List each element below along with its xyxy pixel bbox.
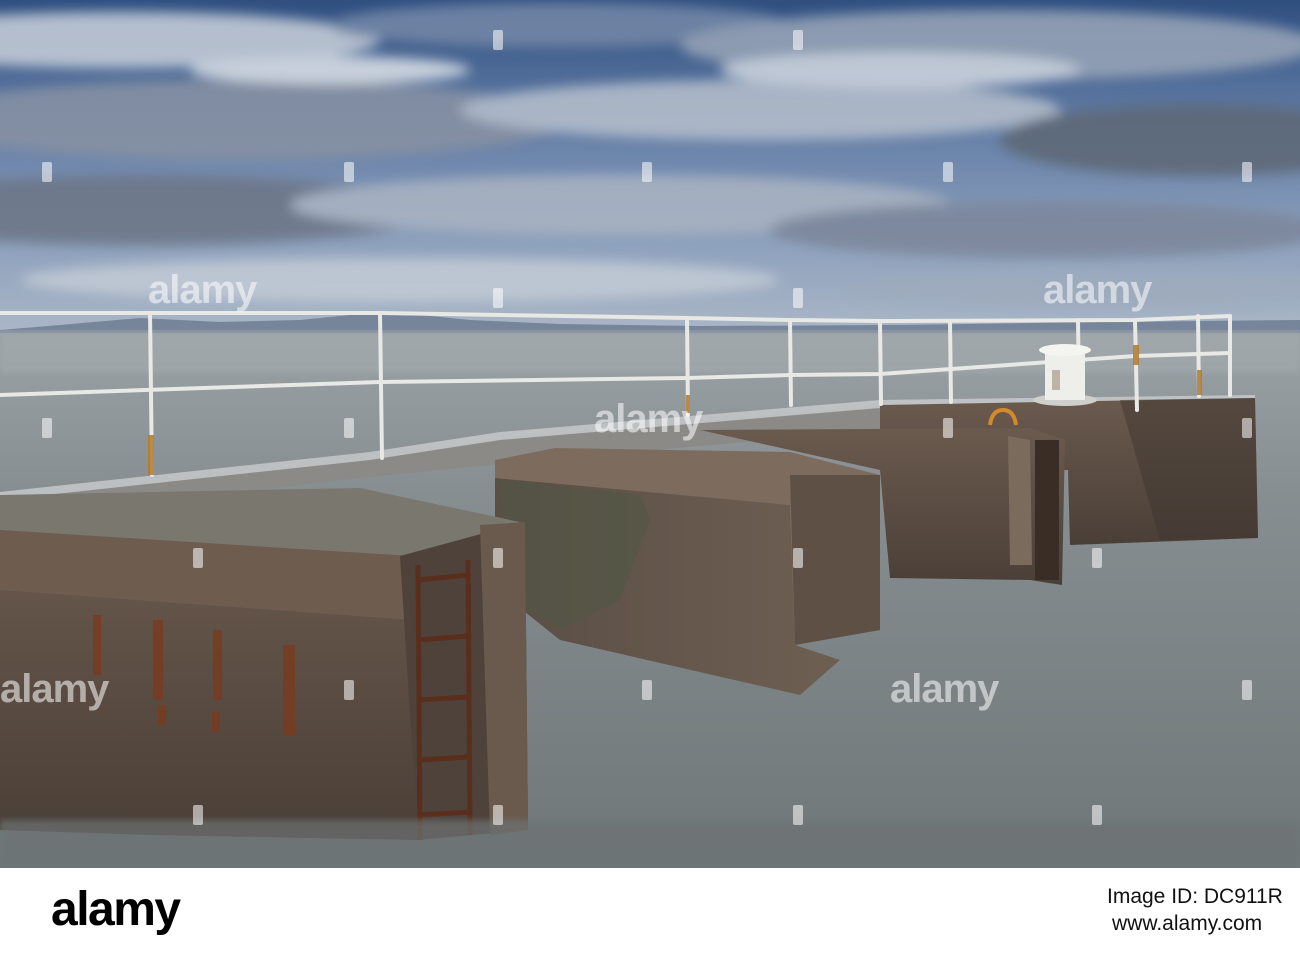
watermark-mark [1092,548,1102,568]
alamy-logo[interactable]: alamy [51,886,181,934]
watermark-mark [943,418,953,438]
pier-photograph: alamy alamy alamy alamy alamy [0,0,1300,868]
watermark-mark [493,30,503,50]
watermark-mark [793,288,803,308]
watermark-mark [1242,680,1252,700]
watermark-mark [943,162,953,182]
watermark-mark [344,680,354,700]
watermark-mark [642,162,652,182]
watermark-mark [193,805,203,825]
site-url-link[interactable]: www.alamy.com [1112,912,1262,936]
watermark-mark [344,418,354,438]
watermark-mark [493,805,503,825]
watermark-text: alamy [890,667,999,711]
watermark-text: alamy [0,667,109,711]
image-id-label: Image ID: DC911R [1107,885,1283,908]
watermark-mark [793,548,803,568]
watermark-text: alamy [148,268,257,312]
watermark-mark [42,162,52,182]
watermark-mark [1242,418,1252,438]
watermark-mark [1092,805,1102,825]
watermark-mark [1242,162,1252,182]
stock-photo-page: alamy alamy alamy alamy alamy alamy Imag… [0,0,1300,956]
footer-bar: alamy Image ID: DC911R www.alamy.com [0,868,1300,956]
watermark-mark [493,548,503,568]
watermark-mark [793,30,803,50]
watermark-mark [793,805,803,825]
watermark-mark [642,680,652,700]
watermark-text: alamy [1043,268,1152,312]
watermark-mark [344,162,354,182]
watermark-mark [193,548,203,568]
watermark-mark [42,418,52,438]
watermark-text: alamy [594,397,703,441]
watermark-mark [493,288,503,308]
